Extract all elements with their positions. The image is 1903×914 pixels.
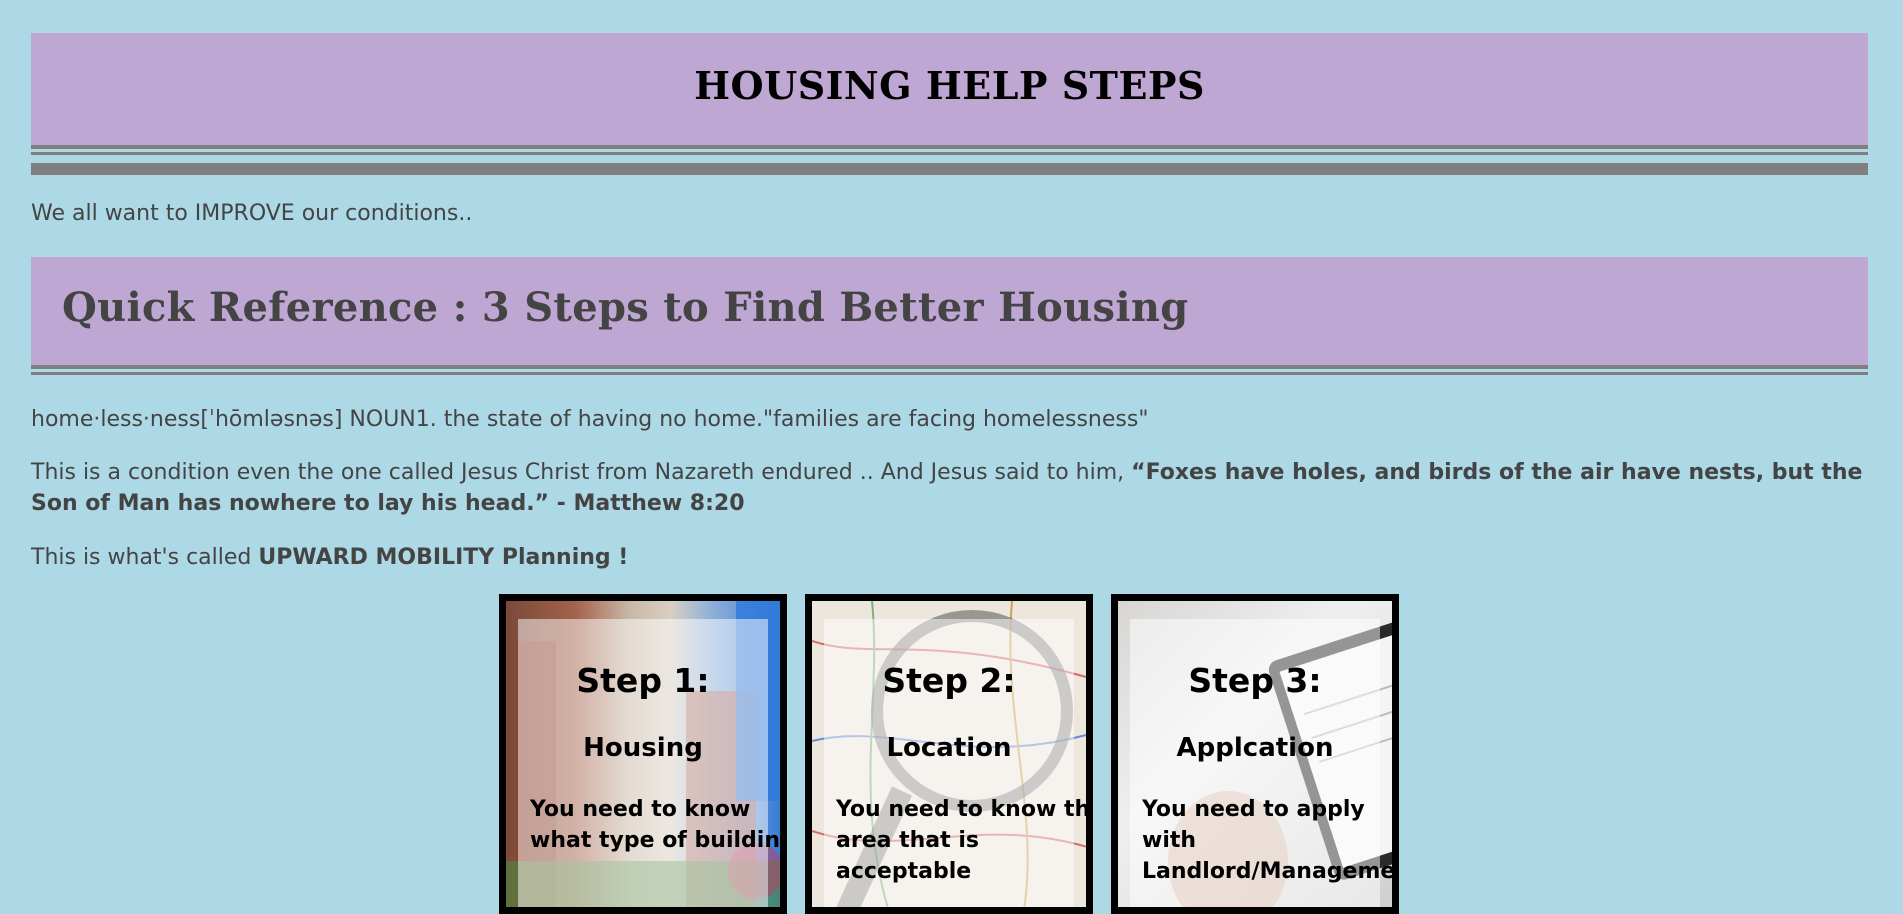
divider	[31, 365, 1868, 369]
divider	[31, 372, 1868, 375]
step-number: Step 3:	[1188, 661, 1322, 700]
mobility-emphasis: UPWARD MOBILITY Planning !	[258, 545, 629, 570]
step-description: You need to know what type of building	[530, 797, 787, 853]
mobility-lead: This is what's called	[31, 545, 259, 570]
step-card-location[interactable]: Step 2: Location You need to know the ar…	[805, 594, 1093, 914]
step-card-application[interactable]: Step 3: Applcation You need to apply wit…	[1111, 594, 1399, 914]
mobility-paragraph: This is what's called UPWARD MOBILITY Pl…	[31, 542, 1871, 573]
section-title: Quick Reference : 3 Steps to Find Better…	[62, 284, 1189, 331]
section-banner: Quick Reference : 3 Steps to Find Better…	[31, 257, 1868, 375]
step-title: Applcation	[1176, 733, 1334, 763]
step-number: Step 1:	[576, 661, 710, 700]
step-description: You need to know the area that is accept…	[836, 797, 1093, 884]
divider	[31, 152, 1868, 155]
definition-text: home·less·ness[ˈhōmləsnəs] NOUN1. the st…	[31, 407, 1149, 432]
divider	[31, 163, 1868, 175]
step-description: You need to apply with Landlord/Manageme…	[1142, 797, 1399, 884]
header-banner: HOUSING HELP STEPS	[31, 33, 1868, 175]
step-title: Housing	[583, 733, 703, 763]
step-number: Step 2:	[882, 661, 1016, 700]
scripture-paragraph: This is a condition even the one called …	[31, 457, 1871, 519]
divider	[31, 145, 1868, 149]
site-title: HOUSING HELP STEPS	[694, 63, 1205, 108]
step-card-housing[interactable]: Step 1: Housing You need to know what ty…	[499, 594, 787, 914]
step-title: Location	[886, 733, 1012, 763]
intro-text: We all want to IMPROVE our conditions..	[31, 201, 473, 226]
scripture-lead: This is a condition even the one called …	[31, 460, 1132, 485]
